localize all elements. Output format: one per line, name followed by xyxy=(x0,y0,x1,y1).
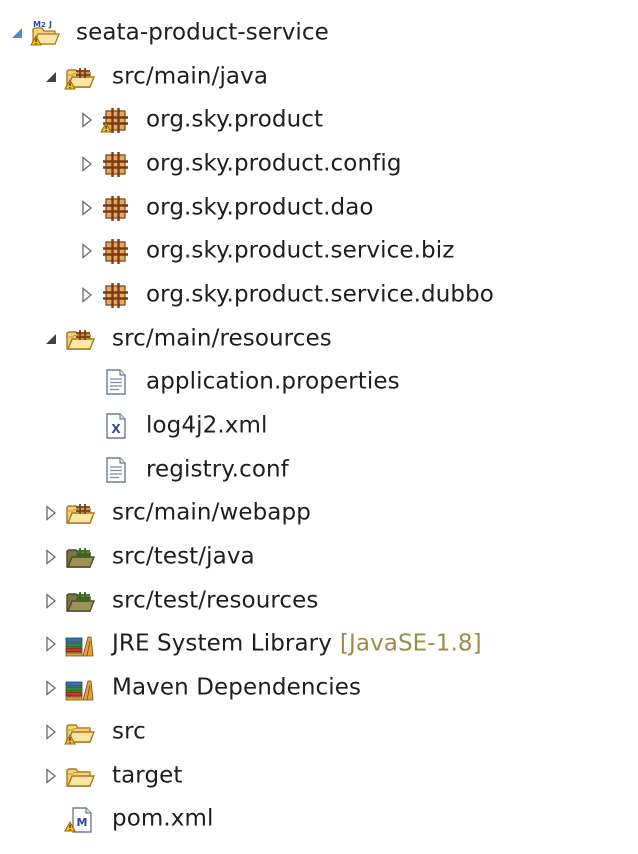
folder-warning-icon xyxy=(64,717,96,747)
collapsed-arrow-icon[interactable] xyxy=(42,723,60,741)
tree-item-label: application.properties xyxy=(146,368,400,395)
tree-item-src-test-java[interactable]: src/test/java xyxy=(0,535,638,579)
package-warning-icon xyxy=(100,105,132,135)
tree-item-maven-dependencies[interactable]: Maven Dependencies xyxy=(0,666,638,710)
jre-version-decoration: [JavaSE-1.8] xyxy=(339,630,482,657)
tree-item-package[interactable]: org.sky.product xyxy=(0,98,638,142)
tree-item-pom[interactable]: pom.xml xyxy=(0,797,638,841)
tree-item-package[interactable]: org.sky.product.dao xyxy=(0,186,638,230)
tree-item-label: pom.xml xyxy=(112,805,214,832)
collapsed-arrow-icon[interactable] xyxy=(78,199,96,217)
collapsed-arrow-icon[interactable] xyxy=(78,111,96,129)
expanded-arrow-icon[interactable] xyxy=(42,330,60,348)
library-name: JRE System Library xyxy=(112,630,332,657)
maven-pom-icon xyxy=(64,804,96,834)
tree-item-label: src/test/resources xyxy=(112,587,319,614)
package-icon xyxy=(100,236,132,266)
tree-item-label: src/test/java xyxy=(112,543,255,570)
library-icon xyxy=(64,673,96,703)
tree-item-file[interactable]: application.properties xyxy=(0,361,638,405)
tree-item-label: seata-product-service xyxy=(76,19,329,46)
collapsed-arrow-icon[interactable] xyxy=(78,242,96,260)
source-folder-icon xyxy=(64,498,96,528)
tree-item-label: target xyxy=(112,762,183,789)
tree-item-label: JRE System Library [JavaSE-1.8] xyxy=(112,631,482,657)
source-folder-icon xyxy=(64,62,96,92)
tree-item-label: log4j2.xml xyxy=(146,412,268,439)
tree-item-label: src xyxy=(112,718,146,745)
test-source-folder-icon xyxy=(64,542,96,572)
tree-item-jre-library[interactable]: JRE System Library [JavaSE-1.8] xyxy=(0,623,638,667)
tree-item-label: org.sky.product.config xyxy=(146,150,402,177)
tree-item-package[interactable]: org.sky.product.service.biz xyxy=(0,229,638,273)
tree-item-label: src/main/webapp xyxy=(112,499,311,526)
text-file-icon xyxy=(100,367,132,397)
project-explorer-tree: seata-product-service src/main/java org.… xyxy=(0,11,638,841)
collapsed-arrow-icon[interactable] xyxy=(42,592,60,610)
tree-item-label: org.sky.product xyxy=(146,106,324,133)
collapsed-arrow-icon[interactable] xyxy=(42,548,60,566)
tree-item-label: org.sky.product.dao xyxy=(146,194,374,221)
tree-item-package[interactable]: org.sky.product.config xyxy=(0,142,638,186)
collapsed-arrow-icon[interactable] xyxy=(42,767,60,785)
folder-icon xyxy=(64,761,96,791)
expanded-arrow-icon[interactable] xyxy=(8,24,26,42)
collapsed-arrow-icon[interactable] xyxy=(78,155,96,173)
tree-item-label: org.sky.product.service.biz xyxy=(146,237,455,264)
tree-item-label: src/main/java xyxy=(112,63,269,90)
tree-item-label: Maven Dependencies xyxy=(112,674,362,701)
collapsed-arrow-icon[interactable] xyxy=(78,286,96,304)
collapsed-arrow-icon[interactable] xyxy=(42,679,60,697)
package-icon xyxy=(100,149,132,179)
tree-item-project[interactable]: seata-product-service xyxy=(0,11,638,55)
tree-item-src-main-webapp[interactable]: src/main/webapp xyxy=(0,492,638,536)
tree-item-label: registry.conf xyxy=(146,456,289,483)
source-folder-icon xyxy=(64,324,96,354)
tree-item-target-folder[interactable]: target xyxy=(0,754,638,798)
xml-file-icon xyxy=(100,411,132,441)
tree-item-label: src/main/resources xyxy=(112,325,332,352)
tree-item-src-test-resources[interactable]: src/test/resources xyxy=(0,579,638,623)
library-icon xyxy=(64,629,96,659)
collapsed-arrow-icon[interactable] xyxy=(42,504,60,522)
tree-item-src-main-resources[interactable]: src/main/resources xyxy=(0,317,638,361)
text-file-icon xyxy=(100,455,132,485)
tree-item-label: org.sky.product.service.dubbo xyxy=(146,281,494,308)
tree-item-file[interactable]: registry.conf xyxy=(0,448,638,492)
maven-java-project-icon xyxy=(30,18,62,48)
package-icon xyxy=(100,193,132,223)
collapsed-arrow-icon[interactable] xyxy=(42,635,60,653)
expanded-arrow-icon[interactable] xyxy=(42,68,60,86)
tree-item-package[interactable]: org.sky.product.service.dubbo xyxy=(0,273,638,317)
package-icon xyxy=(100,280,132,310)
tree-item-src-folder[interactable]: src xyxy=(0,710,638,754)
test-source-folder-icon xyxy=(64,586,96,616)
tree-item-file[interactable]: log4j2.xml xyxy=(0,404,638,448)
tree-item-src-main-java[interactable]: src/main/java xyxy=(0,55,638,99)
